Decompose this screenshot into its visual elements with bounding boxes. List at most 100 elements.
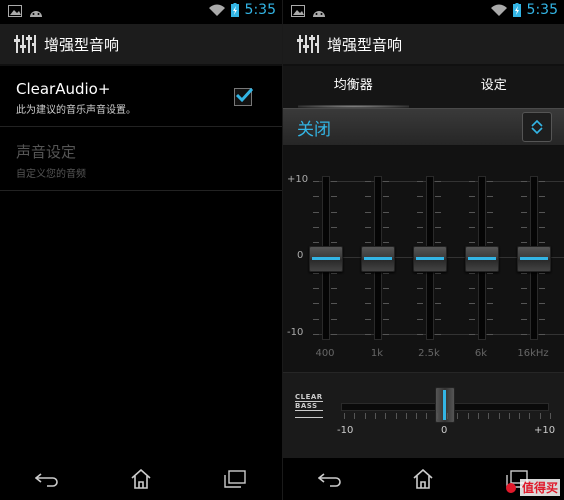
preset-spinner-button[interactable] [522,112,552,142]
band-tick [539,181,545,182]
bass-tick [344,413,345,419]
band-tick [417,288,423,290]
status-time: 5:35 [244,2,276,18]
band-tick [313,288,319,290]
tab-equalizer[interactable]: 均衡器 [283,66,424,108]
band-tick [539,196,545,198]
pref-clearaudio-title: ClearAudio+ [16,80,111,98]
band-tick [383,303,389,305]
android-icon [30,11,42,17]
band-tick [521,334,527,335]
clear-bass-logo-lines [295,412,323,418]
band-tick [365,242,371,244]
clear-bass-logo-top: CLEAR [295,393,323,401]
band-tick [383,196,389,198]
battery-charging-icon [230,3,239,17]
bass-tick [539,413,541,419]
bass-tick [457,413,459,419]
band-tick [469,318,475,320]
band-tick [331,334,337,335]
band-tick [487,211,493,213]
home-button[interactable] [121,464,161,494]
band-tick [383,272,389,274]
band-tick [383,242,389,244]
band-tick [539,288,545,290]
bass-tick [508,413,510,419]
band-tick [487,303,493,305]
clear-bass-thumb[interactable] [435,387,455,423]
band-tick [469,334,475,335]
band-knob-3[interactable] [465,245,499,272]
pref-clearaudio[interactable]: ClearAudio+ 此为建议的音乐声音设置。 [0,66,282,127]
band-tick [331,226,337,228]
band-tick [417,211,423,213]
bass-tick [436,413,438,419]
band-tick [521,226,527,228]
bass-tick [447,413,448,419]
bass-min-label: -10 [337,425,354,436]
band-knob-0[interactable] [309,245,343,272]
bass-mid-label: 0 [441,425,448,436]
band-tick [417,272,423,274]
band-knob-indicator [468,256,496,260]
band-tick [539,318,545,320]
bass-tick [467,413,469,419]
band-tick [435,181,441,182]
band-tick [539,334,545,335]
scale-min-label: -10 [287,327,304,338]
band-knob-indicator [416,256,444,260]
clear-bass-logo: CLEAR BASS [295,393,323,418]
band-tick [383,318,389,320]
band-tick [365,334,371,335]
tab-bar: 均衡器 设定 [283,66,564,108]
band-tick [487,196,493,198]
band-tick [313,318,319,320]
status-time-right: 5:35 [526,2,558,18]
recent-apps-button[interactable] [215,464,255,494]
back-icon [317,473,341,487]
pref-sound-settings[interactable]: 声音设定 自定义您的音频 [0,127,282,191]
band-tick [469,211,475,213]
band-tick [331,211,337,213]
tab-settings[interactable]: 设定 [424,66,564,108]
band-knob-4[interactable] [517,245,551,272]
gallery-icon [291,5,305,17]
band-tick [521,196,527,198]
preset-spinner[interactable]: 关闭 [283,108,564,146]
band-tick [313,211,319,213]
wifi-icon [208,4,225,16]
band-tick [487,242,493,244]
band-tick [521,211,527,213]
band-tick [417,226,423,228]
clearaudio-checkbox[interactable] [234,87,253,106]
band-tick [313,226,319,228]
band-knob-1[interactable] [361,245,395,272]
band-freq-label-3: 6k [474,348,488,359]
band-tick [487,318,493,320]
back-button[interactable] [310,464,350,494]
home-button[interactable] [403,464,443,494]
band-knob-2[interactable] [413,245,447,272]
band-tick [469,226,475,228]
band-tick [331,303,337,305]
band-freq-label-2: 2.5k [418,348,440,359]
band-tick [487,334,493,335]
bass-tick [488,413,490,419]
band-tick [521,303,527,305]
band-tick [539,272,545,274]
band-tick [435,334,441,335]
band-tick [365,303,371,305]
bass-tick [498,413,500,419]
band-tick [469,181,475,182]
chevron-up-icon [531,119,543,127]
band-knob-indicator [520,256,548,260]
bass-max-label: +10 [534,425,556,436]
band-tick [417,196,423,198]
band-tick [469,196,475,198]
preset-value: 关闭 [297,119,331,140]
back-button[interactable] [27,464,67,494]
bass-tick [374,413,376,419]
band-tick [469,272,475,274]
app-title-right: 增强型音响 [327,35,403,54]
scale-max-label: +10 [287,174,309,185]
